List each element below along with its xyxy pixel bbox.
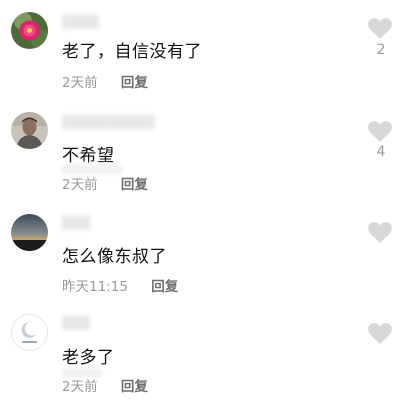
like-button[interactable] xyxy=(368,323,394,344)
avatar[interactable] xyxy=(11,112,48,149)
comment-time: 昨天11:15 xyxy=(62,279,128,295)
reply-button[interactable]: 回复 xyxy=(151,275,178,295)
comment-meta: 昨天11:15 回复 xyxy=(62,275,178,295)
reply-button[interactable]: 回复 xyxy=(121,375,148,395)
heart-icon xyxy=(368,121,392,142)
comment-item: ██████████ 不希望 2天前 回复 4 xyxy=(0,100,405,200)
like-button[interactable] xyxy=(368,18,394,39)
comment-text: 怎么像东叔了 xyxy=(62,247,167,267)
like-button[interactable] xyxy=(368,222,394,243)
comment-item: ████ 老了，自信没有了 2天前 回复 2 xyxy=(0,0,405,100)
username-blurred: ██████████ xyxy=(62,115,155,129)
comment-meta: 2天前 回复 xyxy=(62,71,148,91)
avatar[interactable] xyxy=(11,214,48,251)
username-blurred: ████ xyxy=(62,15,99,29)
heart-icon xyxy=(368,18,392,39)
comment-meta: 2天前 回复 xyxy=(62,375,148,395)
like-count: 2 xyxy=(376,42,386,58)
username-blurred: ███ xyxy=(62,316,90,330)
comment-item: ███ 怎么像东叔了 昨天11:15 回复 xyxy=(0,200,405,300)
avatar[interactable] xyxy=(11,12,48,49)
comment-text: 老多了 xyxy=(62,348,115,368)
username-blurred: ███ xyxy=(62,216,90,230)
comment-time: 2天前 xyxy=(62,379,98,395)
comment-time: 2天前 xyxy=(62,75,98,91)
comment-time: 2天前 xyxy=(62,177,98,193)
reply-button[interactable]: 回复 xyxy=(121,71,148,91)
heart-icon xyxy=(368,323,392,344)
comment-item: ███ 老多了 2天前 回复 xyxy=(0,300,405,400)
comment-text: 老了，自信没有了 xyxy=(62,42,202,62)
like-button[interactable] xyxy=(368,121,394,142)
reply-button[interactable]: 回复 xyxy=(121,173,148,193)
comment-meta: 2天前 回复 xyxy=(62,173,148,193)
like-count: 4 xyxy=(376,144,386,160)
comment-text: 不希望 xyxy=(62,146,115,166)
avatar[interactable] xyxy=(11,314,48,351)
heart-icon xyxy=(368,222,392,243)
